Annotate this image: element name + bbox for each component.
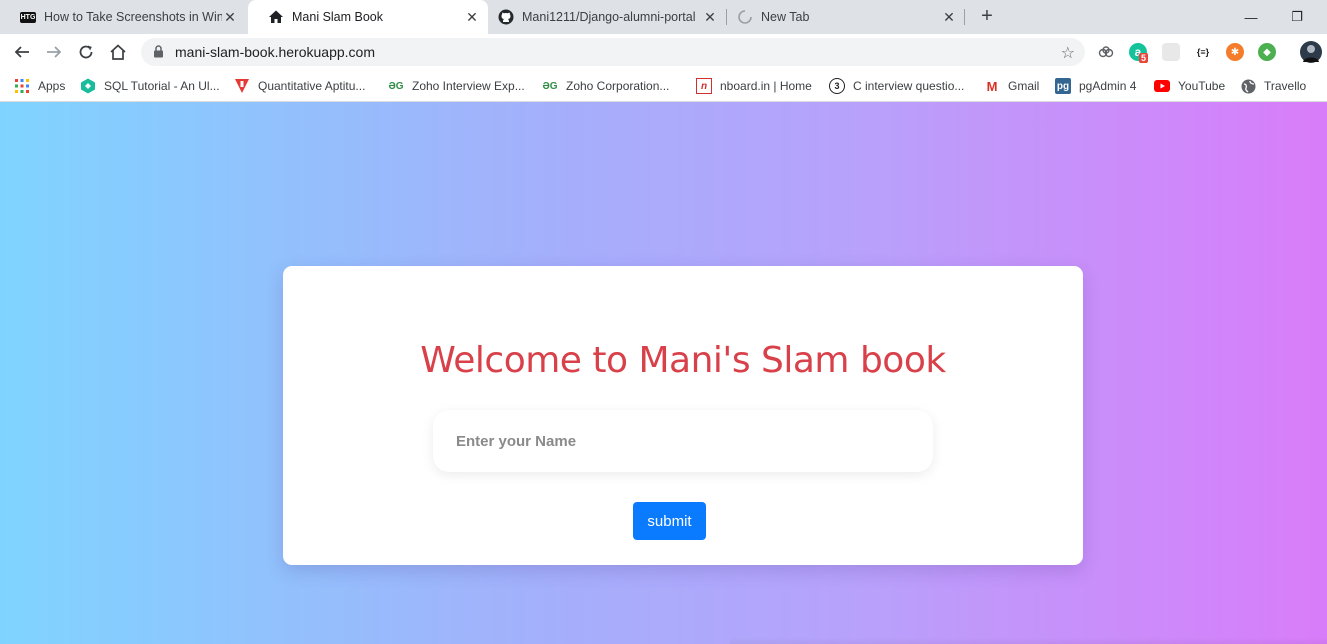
page-viewport: Welcome to Mani's Slam book submit xyxy=(0,102,1327,644)
extension-json-label: {≡} xyxy=(1196,47,1210,57)
tab-mani-slam-book[interactable]: Mani Slam Book ✕ xyxy=(248,0,488,34)
bookmark-label: Quantitative Aptitu... xyxy=(258,79,366,93)
bookmark-star-icon[interactable]: ☆ xyxy=(1061,43,1075,63)
bookmark-zoho-interview[interactable]: ƏG Zoho Interview Exp... xyxy=(388,77,525,95)
address-bar[interactable]: mani-slam-book.herokuapp.com ☆ xyxy=(141,38,1085,66)
bookmark-label: SQL Tutorial - An Ul... xyxy=(104,79,220,93)
bookmark-label: Gmail xyxy=(1008,79,1040,93)
extension-blank-icon[interactable] xyxy=(1162,43,1180,61)
extension-orange-icon[interactable]: ✱ xyxy=(1226,43,1244,61)
gfg-icon: ƏG xyxy=(388,80,404,92)
bookmark-youtube[interactable]: YouTube xyxy=(1154,77,1225,95)
extension-cloud-icon[interactable] xyxy=(1097,43,1115,61)
tab-title: Mani1211/Django-alumni-portal xyxy=(522,10,696,24)
bookmark-label: Zoho Corporation... xyxy=(566,79,670,93)
bookmark-label: Zoho Interview Exp... xyxy=(412,79,525,93)
globe-icon xyxy=(1240,78,1256,94)
tab-title: How to Take Screenshots in Windows xyxy=(44,10,222,24)
close-tab-icon[interactable]: ✕ xyxy=(222,9,238,26)
bookmark-label: nboard.in | Home xyxy=(720,79,812,93)
tab-new-tab[interactable]: New Tab ✕ xyxy=(717,0,965,34)
new-tab-button[interactable]: + xyxy=(976,5,998,27)
loading-spinner-icon xyxy=(737,9,753,25)
extension-globe-icon[interactable]: ◆ xyxy=(1258,43,1276,61)
back-arrow-icon xyxy=(14,46,29,58)
reload-button[interactable] xyxy=(72,38,100,66)
url-text: mani-slam-book.herokuapp.com xyxy=(175,44,375,60)
bookmarks-bar: Apps SQL Tutorial - An Ul... Quantitativ… xyxy=(0,70,1327,102)
htg-logo-icon: HTG xyxy=(19,9,37,25)
github-icon xyxy=(498,9,514,25)
tab-title: New Tab xyxy=(761,10,810,24)
back-button[interactable] xyxy=(8,38,36,66)
gfg-icon: ƏG xyxy=(542,80,558,92)
tab-how-to-take-screenshots[interactable]: HTG How to Take Screenshots in Windows ✕ xyxy=(0,0,246,34)
gmail-icon: M xyxy=(986,78,998,94)
home-button[interactable] xyxy=(104,38,132,66)
bookmark-c-interview[interactable]: 3 C interview questio... xyxy=(829,77,964,95)
restore-button[interactable]: ❐ xyxy=(1274,0,1320,34)
bookmark-label: Travello xyxy=(1264,79,1307,93)
bookmark-travello[interactable]: Travello xyxy=(1240,77,1306,95)
extension-badge-count: 5 xyxy=(1139,53,1149,63)
bookmark-quantitative-aptitude[interactable]: Quantitative Aptitu... xyxy=(234,77,365,95)
lock-icon xyxy=(154,45,163,58)
close-tab-icon[interactable]: ✕ xyxy=(941,9,957,26)
bookmark-label: C interview questio... xyxy=(853,79,965,93)
bookmark-zoho-corporation[interactable]: ƏG Zoho Corporation... xyxy=(542,77,669,95)
bookmark-sql-tutorial[interactable]: SQL Tutorial - An Ul... xyxy=(80,77,220,95)
forward-arrow-icon xyxy=(47,46,62,58)
reload-icon xyxy=(79,45,93,59)
close-tab-icon[interactable]: ✕ xyxy=(702,9,718,26)
pgadmin-icon: pg xyxy=(1055,78,1071,94)
tab-strip: HTG How to Take Screenshots in Windows ✕… xyxy=(0,0,1327,34)
nboard-icon: n xyxy=(696,78,712,94)
bookmark-gmail[interactable]: M Gmail xyxy=(984,77,1040,95)
youtube-icon xyxy=(1154,78,1170,94)
profile-avatar[interactable] xyxy=(1300,41,1322,63)
tab-django-alumni-portal[interactable]: Mani1211/Django-alumni-portal ✕ xyxy=(478,0,726,34)
forward-button[interactable] xyxy=(40,38,68,66)
extension-json-icon[interactable]: {≡} xyxy=(1194,43,1212,61)
bookmark-pgadmin[interactable]: pg pgAdmin 4 xyxy=(1055,77,1136,95)
tab-separator xyxy=(964,9,965,25)
tab-title: Mani Slam Book xyxy=(292,10,384,24)
bookmark-label: Apps xyxy=(38,79,66,93)
bookmark-apps[interactable]: Apps xyxy=(14,77,65,95)
bookmark-nboard[interactable]: n nboard.in | Home xyxy=(696,77,812,95)
c-icon: 3 xyxy=(829,78,845,94)
extension-grammar-icon[interactable]: a 5 xyxy=(1129,43,1149,63)
indiabix-icon xyxy=(234,78,250,94)
page-bottom-shadow xyxy=(730,637,1327,644)
apps-grid-icon xyxy=(14,78,30,94)
bookmark-label: YouTube xyxy=(1178,79,1226,93)
home-outline-icon xyxy=(110,44,126,60)
htg-badge: HTG xyxy=(19,11,37,23)
submit-button[interactable]: submit xyxy=(633,502,706,540)
minimize-button[interactable]: — xyxy=(1228,0,1274,34)
bookmark-label: pgAdmin 4 xyxy=(1079,79,1137,93)
name-input[interactable] xyxy=(433,410,933,472)
page-heading: Welcome to Mani's Slam book xyxy=(420,340,946,381)
welcome-card: Welcome to Mani's Slam book submit xyxy=(283,266,1083,565)
browser-toolbar: mani-slam-book.herokuapp.com ☆ a 5 {≡} ✱… xyxy=(0,34,1327,70)
home-icon xyxy=(268,9,284,25)
sql-icon xyxy=(80,78,96,94)
